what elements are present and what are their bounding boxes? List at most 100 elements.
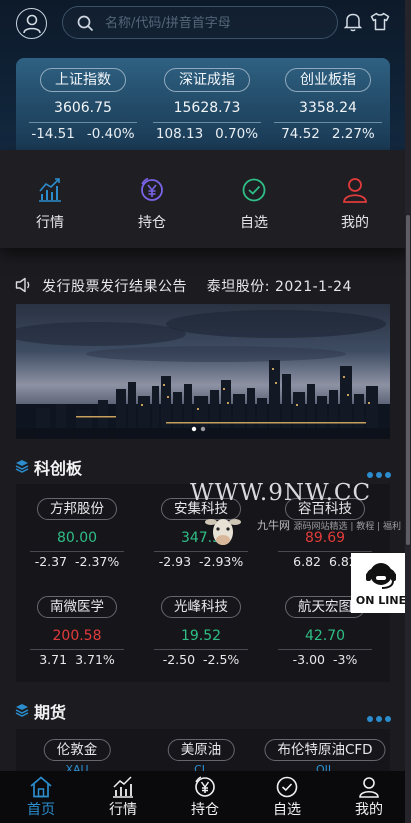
stock-card[interactable]: 南微医学 200.58 3.71 3.71% xyxy=(16,596,138,686)
notice-bar[interactable]: 发行股票发行结果公告 泰坦股份: 2021-1-24 xyxy=(0,270,411,300)
nav-market[interactable]: 行情 xyxy=(93,771,153,823)
stock-card[interactable]: 光峰科技 19.52 -2.50 -2.5% xyxy=(140,596,262,686)
notice-text: 发行股票发行结果公告 泰坦股份: 2021-1-24 xyxy=(42,279,352,295)
speaker-icon xyxy=(15,277,30,293)
index-chinext[interactable]: 创业板指 3358.24 74.52 2.27% xyxy=(266,68,390,148)
yen-position-icon xyxy=(141,177,163,201)
check-circle-icon xyxy=(276,776,298,798)
stock-change: 3.71 xyxy=(39,652,68,667)
market-chart-icon xyxy=(113,776,133,798)
stock-divider xyxy=(30,551,124,552)
futures-code: OIL xyxy=(315,763,335,771)
futures-card[interactable]: 伦敦金 XAU xyxy=(16,739,138,771)
headset-icon xyxy=(366,563,396,589)
quick-market[interactable]: 行情 xyxy=(14,172,86,238)
market-chart-icon xyxy=(39,178,61,202)
stock-percent: -3% xyxy=(333,652,358,667)
nav-positions[interactable]: 持仓 xyxy=(175,771,235,823)
more-icon[interactable] xyxy=(367,707,394,726)
index-change-row: 108.13 0.70% xyxy=(145,126,269,142)
futures-name: 布伦特原油CFD xyxy=(264,739,386,761)
nav-watchlist[interactable]: 自选 xyxy=(257,771,317,823)
stock-change-row: -2.37 -2.37% xyxy=(16,554,138,569)
index-value: 3358.24 xyxy=(299,100,357,116)
stock-price: 42.70 xyxy=(304,628,346,644)
yen-position-icon xyxy=(195,776,215,797)
scrollbar-thumb[interactable] xyxy=(406,215,410,545)
stock-price: 80.00 xyxy=(56,530,98,546)
index-percent: 0.70% xyxy=(215,126,259,142)
stock-change-row: -2.50 -2.5% xyxy=(140,652,262,667)
search-input[interactable] xyxy=(105,11,325,35)
index-percent: -0.40% xyxy=(86,126,135,142)
futures-card[interactable]: 美原油 CL xyxy=(140,739,262,771)
watermark-brand-sub: 源码网站精选 | 教程 | 福利 xyxy=(293,522,402,532)
stock-change-row: 3.71 3.71% xyxy=(16,652,138,667)
watermark-brand-name: 九牛网 xyxy=(257,519,290,532)
user-icon xyxy=(343,178,367,203)
stock-name: 南微医学 xyxy=(37,596,117,618)
index-percent: 2.27% xyxy=(331,126,375,142)
stock-name: 光峰科技 xyxy=(161,596,241,618)
home-icon xyxy=(30,776,52,798)
nav-mine[interactable]: 我的 xyxy=(339,771,399,823)
online-label: ON LINE xyxy=(355,594,407,607)
nav-label: 持仓 xyxy=(191,802,219,818)
index-shanghai[interactable]: 上证指数 3606.75 -14.51 -0.40% xyxy=(21,68,145,148)
quick-actions-panel: 行情 持仓 自选 我的 xyxy=(0,150,411,248)
search-box[interactable] xyxy=(62,6,338,39)
futures-code: CL xyxy=(194,763,208,771)
quick-positions[interactable]: 持仓 xyxy=(116,172,188,238)
futures-card[interactable]: 布伦特原油CFD OIL xyxy=(264,739,386,771)
index-value: 3606.75 xyxy=(54,100,112,116)
index-divider xyxy=(274,122,382,123)
layers-icon xyxy=(15,460,29,473)
index-change: 108.13 xyxy=(155,126,204,142)
quick-watchlist[interactable]: 自选 xyxy=(218,172,290,238)
stock-price: 200.58 xyxy=(52,628,102,644)
index-divider xyxy=(153,122,261,123)
stock-divider xyxy=(278,551,372,552)
bell-icon[interactable] xyxy=(344,12,362,32)
stock-percent: 3.71% xyxy=(75,652,115,667)
stock-card[interactable]: 方邦股份 80.00 -2.37 -2.37% xyxy=(16,498,138,588)
index-divider xyxy=(29,122,137,123)
index-change: -14.51 xyxy=(31,126,75,142)
index-name: 创业板指 xyxy=(285,68,371,92)
stock-divider xyxy=(154,551,248,552)
stock-change: -2.93 xyxy=(158,554,192,569)
avatar-button[interactable] xyxy=(16,8,47,39)
index-shenzhen[interactable]: 深证成指 15628.73 108.13 0.70% xyxy=(145,68,269,148)
carousel-dots[interactable] xyxy=(190,426,214,432)
user-icon xyxy=(23,14,41,34)
index-value: 15628.73 xyxy=(173,100,241,116)
index-name: 上证指数 xyxy=(40,68,126,92)
stock-card[interactable]: 安集科技 347.5 -2.93 -2.93% xyxy=(140,498,262,588)
futures-code: XAU xyxy=(65,763,89,771)
city-skyline-banner[interactable] xyxy=(16,304,390,439)
index-change: 74.52 xyxy=(281,126,320,142)
index-change-row: -14.51 -0.40% xyxy=(21,126,145,142)
stock-change-row: -2.93 -2.93% xyxy=(140,554,262,569)
online-service-button[interactable]: ON LINE xyxy=(351,553,411,613)
nav-home[interactable]: 首页 xyxy=(11,771,71,823)
index-name: 深证成指 xyxy=(164,68,250,92)
cow-logo-icon xyxy=(205,519,241,545)
quick-label: 我的 xyxy=(341,215,369,231)
quick-mine[interactable]: 我的 xyxy=(319,172,391,238)
nav-label: 我的 xyxy=(355,802,383,818)
skin-shirt-icon[interactable] xyxy=(370,12,390,31)
stock-change-row: -3.00 -3% xyxy=(264,652,386,667)
section-title: 期货 xyxy=(34,703,67,722)
stock-change: -2.37 xyxy=(34,554,68,569)
stock-change: 6.82 xyxy=(293,554,321,569)
check-circle-icon xyxy=(242,178,266,202)
stock-name: 方邦股份 xyxy=(37,498,117,520)
quick-label: 持仓 xyxy=(138,215,166,231)
stock-divider xyxy=(30,649,124,650)
stock-price: 19.52 xyxy=(180,628,222,644)
search-icon xyxy=(77,15,94,32)
quick-label: 行情 xyxy=(36,215,64,231)
layers-icon xyxy=(15,704,29,717)
index-change-row: 74.52 2.27% xyxy=(266,126,390,142)
